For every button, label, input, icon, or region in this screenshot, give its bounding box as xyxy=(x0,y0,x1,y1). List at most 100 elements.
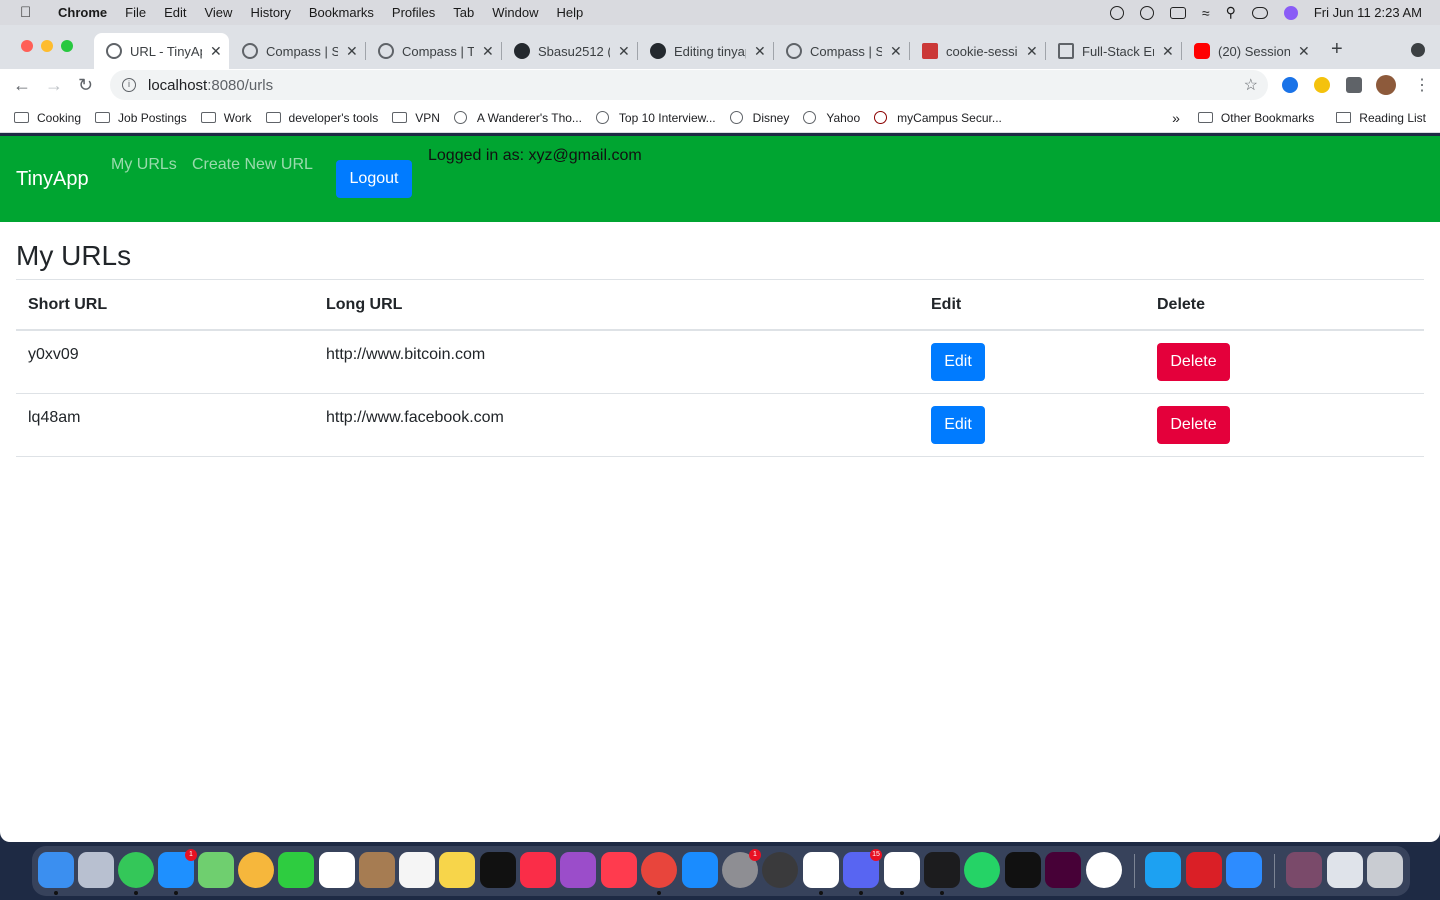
zoom-icon[interactable] xyxy=(1226,852,1262,888)
close-tab-icon[interactable]: ✕ xyxy=(1026,43,1038,60)
control-center-icon[interactable] xyxy=(1251,6,1268,19)
reading-list[interactable]: Reading List xyxy=(1336,111,1426,125)
close-tab-icon[interactable]: ✕ xyxy=(1162,43,1174,60)
zoom-window-icon[interactable] xyxy=(61,40,73,52)
tab-github-profile[interactable]: Sbasu2512 ( ✕ xyxy=(502,33,637,69)
menu-file[interactable]: File xyxy=(125,5,146,20)
edit-button[interactable]: Edit xyxy=(931,405,985,444)
bookmark-vpn[interactable]: VPN xyxy=(392,111,440,125)
slack-icon[interactable] xyxy=(803,852,839,888)
facetime-icon[interactable] xyxy=(278,852,314,888)
menubar-clock[interactable]: Fri Jun 11 2:23 AM xyxy=(1314,5,1422,20)
menu-window[interactable]: Window xyxy=(492,5,538,20)
forward-icon[interactable]: → xyxy=(45,75,63,96)
calendar-icon[interactable] xyxy=(319,852,355,888)
play-icon[interactable] xyxy=(1139,5,1154,20)
terminal-icon[interactable] xyxy=(924,852,960,888)
close-tab-icon[interactable]: ✕ xyxy=(1298,43,1310,60)
tab-compass-3[interactable]: Compass | Sandbox ✕ xyxy=(774,33,909,69)
minimize-window-icon[interactable] xyxy=(41,40,53,52)
maps-icon[interactable] xyxy=(198,852,234,888)
notes-icon[interactable] xyxy=(439,852,475,888)
jetbrains-icon[interactable] xyxy=(1005,852,1041,888)
close-window-icon[interactable] xyxy=(21,40,33,52)
bookmark-job-postings[interactable]: Job Postings xyxy=(95,111,187,125)
vscode-icon[interactable] xyxy=(884,852,920,888)
menu-profiles[interactable]: Profiles xyxy=(392,5,435,20)
menu-help[interactable]: Help xyxy=(557,5,584,20)
new-tab-icon[interactable]: + xyxy=(1331,38,1343,61)
more-bookmarks-icon[interactable]: » xyxy=(1172,110,1180,126)
messenger-icon[interactable] xyxy=(1086,852,1122,888)
logout-button[interactable]: Logout xyxy=(336,160,412,198)
close-tab-icon[interactable]: ✕ xyxy=(346,43,358,60)
close-tab-icon[interactable]: ✕ xyxy=(618,43,630,60)
chrome-menu-icon[interactable]: ⋮ xyxy=(1414,75,1430,95)
extension-blue-icon[interactable] xyxy=(1282,77,1298,93)
profile-avatar[interactable] xyxy=(1376,75,1396,95)
close-tab-icon[interactable]: ✕ xyxy=(210,43,222,60)
documents-stack-icon[interactable] xyxy=(1327,852,1363,888)
contacts-icon[interactable] xyxy=(359,852,395,888)
close-tab-icon[interactable]: ✕ xyxy=(890,43,902,60)
nav-create-new-url[interactable]: Create New URL xyxy=(192,156,313,174)
trash-icon[interactable] xyxy=(1367,852,1403,888)
bookmark-mycampus[interactable]: myCampus Secur... xyxy=(874,111,1002,125)
photos-icon[interactable] xyxy=(238,852,274,888)
bookmark-developers-tools[interactable]: developer's tools xyxy=(265,111,378,125)
creative-cloud-icon[interactable] xyxy=(1186,852,1222,888)
bookmark-top10[interactable]: Top 10 Interview... xyxy=(595,111,716,125)
bookmark-disney[interactable]: Disney xyxy=(729,111,789,125)
creative-cloud-icon[interactable] xyxy=(1109,5,1124,20)
address-bar[interactable]: i localhost:8080/urls ☆ xyxy=(110,70,1268,100)
delete-button[interactable]: Delete xyxy=(1157,343,1230,381)
close-tab-icon[interactable]: ✕ xyxy=(754,43,766,60)
siri-icon[interactable] xyxy=(1283,5,1298,20)
tab-search-icon[interactable] xyxy=(1411,43,1425,57)
close-tab-icon[interactable]: ✕ xyxy=(482,43,494,60)
news-icon[interactable] xyxy=(601,852,637,888)
delete-button[interactable]: Delete xyxy=(1157,405,1230,444)
menu-edit[interactable]: Edit xyxy=(164,5,186,20)
battery-icon[interactable] xyxy=(1169,6,1186,19)
nav-my-urls[interactable]: My URLs xyxy=(111,156,177,174)
finder-icon[interactable] xyxy=(38,852,74,888)
menu-history[interactable]: History xyxy=(250,5,290,20)
wifi-icon[interactable]: ≈ xyxy=(1202,5,1210,21)
chrome-icon[interactable] xyxy=(641,852,677,888)
apple-menu-icon[interactable]:  xyxy=(20,4,38,21)
bookmark-wanderer[interactable]: A Wanderer's Tho... xyxy=(453,111,582,125)
app-brand[interactable]: TinyApp xyxy=(16,168,89,191)
menu-tab[interactable]: Tab xyxy=(453,5,474,20)
bookmark-star-icon[interactable]: ☆ xyxy=(1244,75,1258,95)
quicktime-icon[interactable] xyxy=(762,852,798,888)
bookmark-cooking[interactable]: Cooking xyxy=(14,111,81,125)
downloads-stack-icon[interactable] xyxy=(1286,852,1322,888)
tab-github-editing[interactable]: Editing tinyapp ✕ xyxy=(638,33,773,69)
apple-tv-icon[interactable] xyxy=(480,852,516,888)
spotlight-search-icon[interactable]: ⚲ xyxy=(1226,4,1236,21)
whatsapp-icon[interactable] xyxy=(964,852,1000,888)
site-info-icon[interactable]: i xyxy=(122,78,136,92)
app-store-icon[interactable] xyxy=(682,852,718,888)
tab-compass-1[interactable]: Compass | Sandbox ✕ xyxy=(230,33,365,69)
mail-icon[interactable]: 1 xyxy=(158,849,197,888)
music-icon[interactable] xyxy=(520,852,556,888)
launchpad-icon[interactable] xyxy=(78,852,114,888)
extensions-puzzle-icon[interactable] xyxy=(1346,77,1362,93)
bookmark-other[interactable]: Other Bookmarks xyxy=(1197,111,1314,125)
podcasts-icon[interactable] xyxy=(560,852,596,888)
tab-tinyapp[interactable]: URL - TinyApp ✕ xyxy=(94,33,229,69)
reload-icon[interactable]: ↻ xyxy=(78,75,93,96)
tab-full-stack[interactable]: Full-Stack Engineer ✕ xyxy=(1046,33,1181,69)
discord-icon[interactable]: 15 xyxy=(843,849,882,888)
twitter-icon[interactable] xyxy=(1145,852,1181,888)
back-icon[interactable]: ← xyxy=(13,75,31,96)
tab-compass-2[interactable]: Compass | Tiny ✕ xyxy=(366,33,501,69)
menu-bookmarks[interactable]: Bookmarks xyxy=(309,5,374,20)
tab-youtube[interactable]: (20) Sessions ✕ xyxy=(1182,33,1317,69)
messages-icon[interactable] xyxy=(118,852,154,888)
menu-view[interactable]: View xyxy=(204,5,232,20)
extension-yellow-icon[interactable] xyxy=(1314,77,1330,93)
edit-button[interactable]: Edit xyxy=(931,343,985,381)
